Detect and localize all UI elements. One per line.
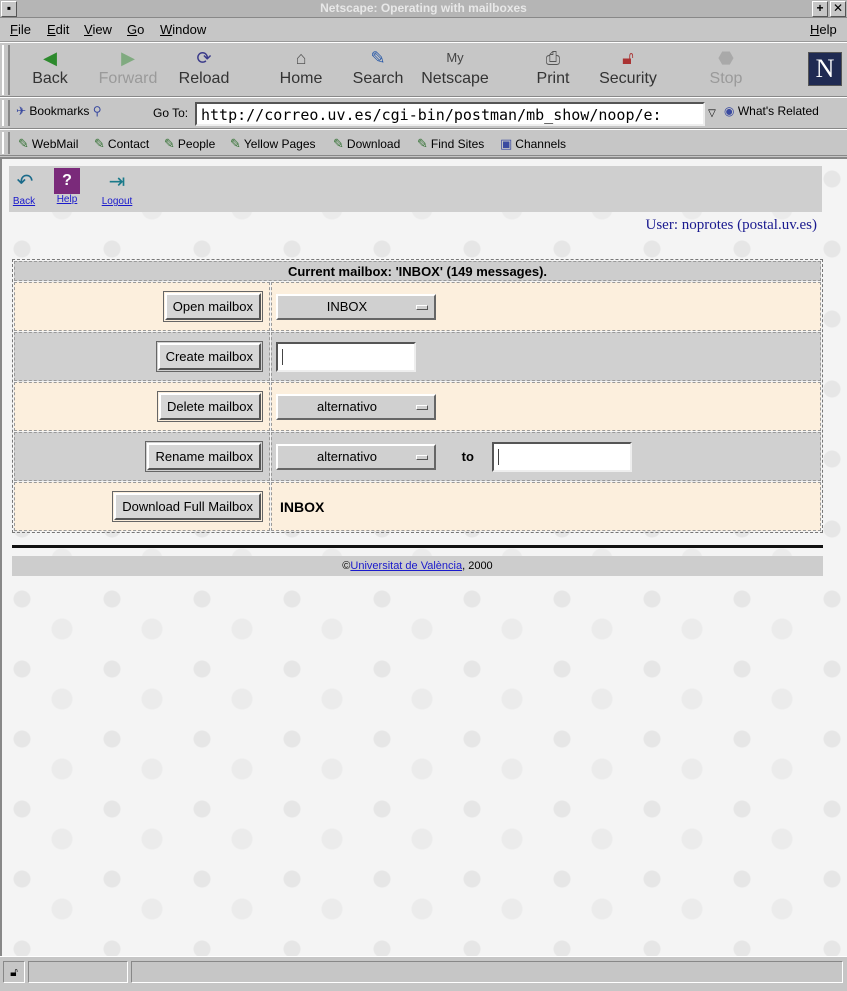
menu-edit[interactable]: Edit bbox=[47, 22, 69, 37]
dropdown-knob-icon bbox=[416, 454, 428, 460]
bookmarks-button[interactable]: ✈ Bookmarks ⚲ bbox=[16, 104, 102, 118]
status-bar: 🔓︎ bbox=[0, 956, 847, 991]
download-full-mailbox-button[interactable]: Download Full Mailbox bbox=[112, 491, 263, 522]
rename-mailbox-select[interactable]: alternativo bbox=[276, 443, 436, 470]
create-mailbox-row: Create mailbox bbox=[14, 332, 821, 381]
bookmark-link-icon: ✎ bbox=[230, 136, 241, 151]
link-webmail[interactable]: ✎ WebMail bbox=[18, 136, 78, 152]
forward-arrow-icon: ▶ bbox=[121, 48, 135, 68]
bookmark-link-icon: ✎ bbox=[164, 136, 175, 151]
reload-icon: ⟳ bbox=[196, 48, 212, 68]
status-message-pane bbox=[131, 961, 843, 983]
nav-help-link[interactable]: ? Help bbox=[51, 168, 83, 205]
download-mailbox-name: INBOX bbox=[280, 498, 325, 515]
webmail-nav-strip: ↶ Back ? Help ⇥ Logout bbox=[9, 166, 822, 212]
stop-button[interactable]: ⬣ Stop bbox=[688, 46, 764, 94]
location-pin-icon: ⚲ bbox=[92, 104, 102, 118]
link-download[interactable]: ✎ Download bbox=[333, 136, 400, 152]
current-mailbox-header: Current mailbox: 'INBOX' (149 messages). bbox=[14, 261, 821, 281]
stop-icon: ⬣ bbox=[718, 48, 734, 68]
reload-button[interactable]: ⟳ Reload bbox=[166, 46, 242, 94]
mailbox-operations-table: Current mailbox: 'INBOX' (149 messages).… bbox=[12, 259, 823, 533]
whats-related-button[interactable]: ◉ What's Related bbox=[724, 104, 819, 118]
bookmark-link-icon: ✎ bbox=[18, 136, 29, 151]
link-channels[interactable]: ▣ Channels bbox=[500, 136, 566, 152]
toolbar-grip[interactable] bbox=[2, 45, 10, 95]
link-contact[interactable]: ✎ Contact bbox=[94, 136, 149, 152]
padlock-icon: 🔓︎ bbox=[622, 48, 634, 68]
bookmarks-icon: ✈ bbox=[16, 104, 27, 118]
printer-icon: ⎙ bbox=[545, 48, 561, 68]
bookmark-link-icon: ✎ bbox=[417, 136, 428, 151]
rename-mailbox-row: Rename mailbox alternativo to bbox=[14, 432, 821, 481]
university-link[interactable]: Universitat de València bbox=[350, 560, 462, 572]
window-title: Netscape: Operating with mailboxes bbox=[320, 1, 527, 15]
menu-view[interactable]: View bbox=[84, 22, 112, 37]
link-people[interactable]: ✎ People bbox=[164, 136, 215, 152]
location-bar: ✈ Bookmarks ⚲ Go To: http://correo.uv.es… bbox=[0, 97, 847, 129]
forward-button[interactable]: ▶ Forward bbox=[90, 46, 166, 94]
create-mailbox-button[interactable]: Create mailbox bbox=[155, 341, 264, 372]
back-arrow-icon: ◀ bbox=[43, 48, 57, 68]
link-find-sites[interactable]: ✎ Find Sites bbox=[417, 136, 484, 152]
menu-file[interactable]: File bbox=[10, 22, 31, 37]
link-yellow-pages[interactable]: ✎ Yellow Pages bbox=[230, 136, 316, 152]
back-curved-arrow-icon: ↶ bbox=[16, 171, 34, 193]
channels-icon: ▣ bbox=[500, 136, 513, 151]
security-lock-icon[interactable]: 🔓︎ bbox=[3, 961, 25, 983]
rename-mailbox-button[interactable]: Rename mailbox bbox=[145, 441, 263, 472]
nav-back-link[interactable]: ↶ Back bbox=[10, 168, 38, 207]
page-content: ↶ Back ? Help ⇥ Logout User: noprotes (p… bbox=[0, 157, 847, 956]
menu-help[interactable]: Help bbox=[810, 22, 837, 37]
dropdown-knob-icon bbox=[416, 304, 428, 310]
goto-label: Go To: bbox=[153, 106, 189, 120]
open-mailbox-row: Open mailbox INBOX bbox=[14, 282, 821, 331]
text-caret bbox=[497, 448, 499, 465]
horizontal-rule bbox=[12, 545, 823, 548]
home-button[interactable]: ⌂ Home bbox=[263, 46, 339, 94]
delete-mailbox-select[interactable]: alternativo bbox=[276, 393, 436, 420]
back-button[interactable]: ◀ Back bbox=[12, 46, 88, 94]
user-identity: User: noprotes (postal.uv.es) bbox=[645, 217, 818, 233]
window-titlebar: ▪ Netscape: Operating with mailboxes + ✕ bbox=[0, 0, 847, 18]
menu-go[interactable]: Go bbox=[127, 22, 144, 37]
url-history-dropdown[interactable]: ▽ bbox=[706, 104, 718, 124]
create-mailbox-input[interactable] bbox=[276, 341, 416, 372]
open-mailbox-select[interactable]: INBOX bbox=[276, 293, 436, 320]
delete-mailbox-button[interactable]: Delete mailbox bbox=[157, 391, 263, 422]
personal-toolbar: ✎ WebMail ✎ Contact ✎ People ✎ Yellow Pages … bbox=[0, 129, 847, 156]
close-button[interactable]: ✕ bbox=[830, 1, 846, 17]
nav-logout-link[interactable]: ⇥ Logout bbox=[98, 168, 136, 207]
download-mailbox-row: Download Full Mailbox INBOX bbox=[14, 482, 821, 531]
menu-bar: File Edit View Go Window Help bbox=[0, 18, 847, 42]
bookmark-link-icon: ✎ bbox=[333, 136, 344, 151]
help-book-icon: ? bbox=[54, 168, 80, 194]
bookmark-link-icon: ✎ bbox=[94, 136, 105, 151]
open-mailbox-button[interactable]: Open mailbox bbox=[162, 291, 264, 322]
rename-to-label: to bbox=[461, 449, 474, 464]
rename-mailbox-input[interactable] bbox=[491, 441, 632, 472]
security-button[interactable]: 🔓︎ Security bbox=[590, 46, 666, 94]
netscape-logo-icon[interactable]: N bbox=[808, 52, 842, 86]
maximize-button[interactable]: + bbox=[812, 1, 828, 17]
netscape-button[interactable]: My Netscape bbox=[417, 46, 493, 94]
print-button[interactable]: ⎙ Print bbox=[515, 46, 591, 94]
menu-window[interactable]: Window bbox=[160, 22, 206, 37]
url-input[interactable]: http://correo.uv.es/cgi-bin/postman/mb_s… bbox=[195, 102, 705, 126]
personal-grip[interactable] bbox=[2, 132, 10, 154]
navigation-toolbar: ◀ Back ▶ Forward ⟳ Reload ⌂ Home ✎ Searc… bbox=[0, 42, 847, 97]
progress-pane bbox=[28, 961, 128, 983]
delete-mailbox-row: Delete mailbox alternativo bbox=[14, 382, 821, 431]
footer: ©Universitat de València, 2000 bbox=[12, 556, 823, 576]
my-netscape-icon: My bbox=[446, 50, 464, 65]
logout-door-icon: ⇥ bbox=[108, 171, 126, 193]
location-grip[interactable] bbox=[2, 100, 10, 126]
text-caret bbox=[282, 348, 283, 365]
footer-year: , 2000 bbox=[462, 560, 493, 572]
search-button[interactable]: ✎ Search bbox=[340, 46, 416, 94]
search-flashlight-icon: ✎ bbox=[370, 48, 386, 68]
dropdown-knob-icon bbox=[416, 404, 428, 410]
related-icon: ◉ bbox=[724, 104, 735, 118]
home-icon: ⌂ bbox=[295, 48, 307, 68]
